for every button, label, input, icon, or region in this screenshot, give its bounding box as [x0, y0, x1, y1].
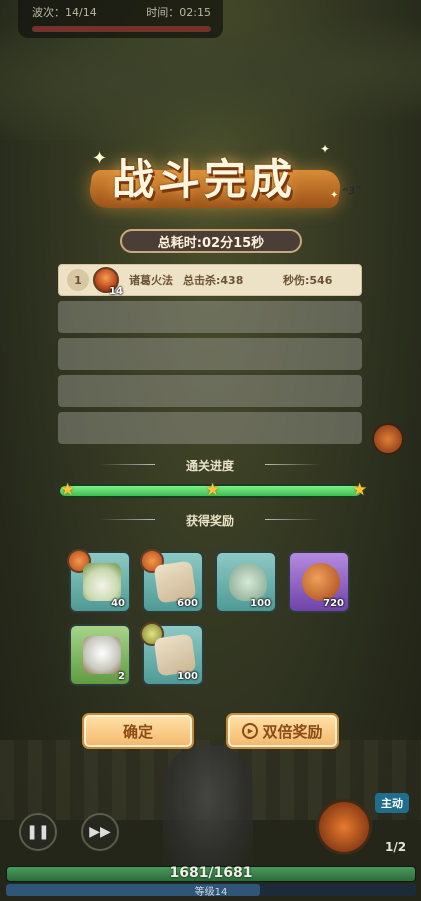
victory-title: ✦ ✦ ✦ 战斗完成 “3”: [80, 138, 410, 228]
time-counter: 时间：02:15: [146, 6, 211, 19]
fast-forward-icon: ▶▶: [89, 824, 111, 840]
pause-icon: ❚❚: [26, 824, 50, 840]
confirm-button-label: 确定: [122, 722, 153, 741]
reward-item-jade-token[interactable]: 100: [215, 551, 277, 613]
hero-kills: 总击杀:438: [183, 274, 244, 287]
hp-text: 1681/1681: [169, 865, 253, 881]
empty-stats-row: [58, 375, 362, 407]
bean-icon: [302, 563, 340, 601]
title-decoration: “3”: [341, 184, 363, 199]
hero-stats-row: 1 14 诸葛火法 总击杀:438 秒伤:546: [58, 264, 362, 297]
auto-skill-toggle[interactable]: 主动: [375, 793, 409, 813]
sparkle-icon: ✦: [330, 190, 339, 201]
empty-stats-row: [58, 338, 362, 370]
reward-count: 100: [177, 671, 198, 682]
reward-item-teapot[interactable]: 2: [69, 624, 131, 686]
wave-ratio: 1/2: [385, 840, 407, 854]
hero-name: 诸葛火法: [129, 274, 173, 287]
sparkle-icon: ✦: [92, 148, 108, 169]
teapot-icon: [83, 636, 121, 674]
empty-stats-row: [58, 412, 362, 444]
progress-star-icon: ★: [352, 480, 368, 500]
fast-forward-button[interactable]: ▶▶: [81, 813, 119, 851]
hero-avatar: 14: [93, 267, 123, 297]
top-hud: 波次：14/14 时间：02:15: [18, 0, 223, 38]
rank-badge: 1: [67, 269, 89, 291]
level-text: 等级14: [194, 887, 228, 898]
progress-star-icon: ★: [205, 480, 221, 500]
reward-item-scroll[interactable]: 100: [140, 622, 204, 686]
wave-progress-bar: [32, 26, 211, 32]
side-hero-icon[interactable]: [372, 423, 404, 455]
rewards-label: 获得奖励: [185, 514, 234, 528]
play-icon: ▶: [242, 723, 259, 739]
reward-count: 100: [250, 598, 271, 609]
hero-level: 14: [109, 286, 123, 297]
reward-item-tea-bowl[interactable]: 40: [67, 549, 131, 613]
reward-count: 2: [118, 671, 125, 682]
hero-dps: 秒伤:546: [283, 274, 333, 287]
tower-silhouette: [163, 745, 253, 875]
reward-count: 40: [111, 598, 125, 609]
level-bar: 等级14: [6, 884, 416, 898]
double-reward-button[interactable]: ▶ 双倍奖励: [226, 713, 339, 749]
title-text: 战斗完成: [112, 155, 297, 204]
progress-section-header: 通关进度: [100, 457, 320, 474]
reward-item-bean[interactable]: 720: [288, 551, 350, 613]
empty-stats-row: [58, 301, 362, 333]
tea-bowl-icon: [83, 563, 121, 601]
total-time-pill: 总耗时:02分15秒: [120, 229, 302, 253]
pause-button[interactable]: ❚❚: [19, 813, 57, 851]
sparkle-icon: ✦: [320, 142, 331, 156]
reward-count: 720: [323, 598, 344, 609]
jade-token-icon: [229, 563, 267, 601]
confirm-button[interactable]: 确定: [82, 713, 194, 749]
hp-bar: 1681/1681: [6, 865, 416, 882]
rewards-section-header: 获得奖励: [100, 512, 320, 529]
wave-counter: 波次：14/14: [32, 6, 97, 19]
hero-stats-list: 1 14 诸葛火法 总击杀:438 秒伤:546: [58, 264, 362, 449]
reward-item-scroll[interactable]: 600: [140, 549, 204, 613]
reward-count: 600: [177, 598, 198, 609]
double-reward-label: 双倍奖励: [262, 722, 323, 741]
progress-label: 通关进度: [185, 459, 234, 473]
progress-star-icon: ★: [60, 480, 76, 500]
skill-button[interactable]: [316, 799, 372, 855]
